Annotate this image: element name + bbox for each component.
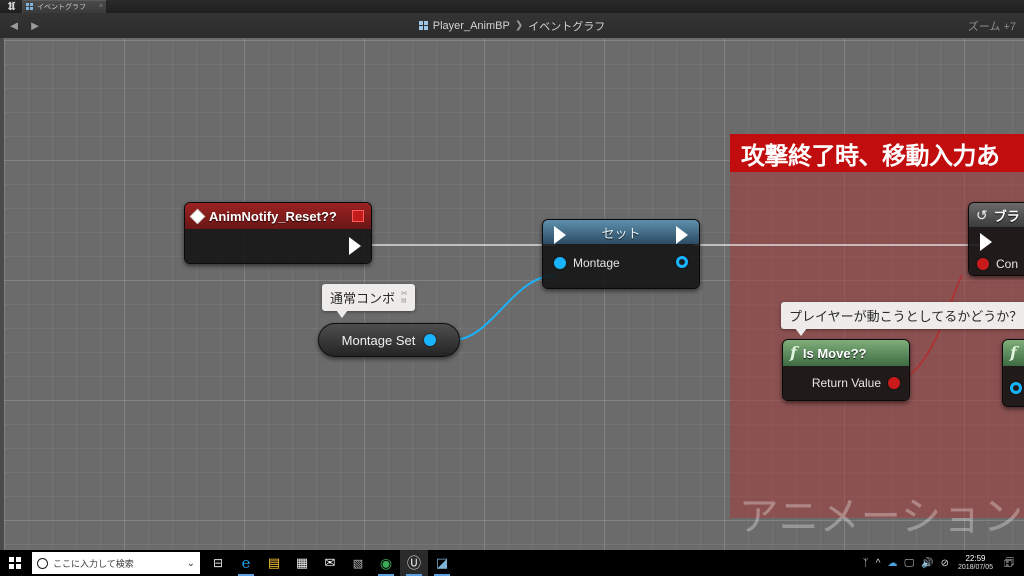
folder-icon: ▤ [267, 555, 281, 570]
unreal-editor-window: 𝖀 イベントグラフ × ◄ ► Player_AnimBP ❯ イベントグラフ … [0, 0, 1024, 576]
pin-label: Montage [573, 256, 620, 270]
windows-logo-icon [9, 557, 21, 569]
event-diamond-icon [189, 208, 206, 224]
clock[interactable]: 22:59 2018/07/05 [958, 554, 993, 572]
node-body: Return Value [783, 366, 909, 400]
task-view-icon: ⊟ [212, 556, 224, 570]
blueprint-grid-icon [26, 3, 34, 11]
branch-icon: ↺ [976, 207, 988, 223]
bubble-text: プレイヤーが動こうとしてるかどうか？ [789, 309, 1023, 324]
taskbar-item-unreal[interactable]: Ⓤ [400, 550, 428, 576]
bool-pin-dot[interactable] [888, 377, 900, 389]
edge-icon: e [241, 554, 251, 572]
clock-time: 22:59 [965, 554, 986, 563]
node-body [1003, 366, 1024, 406]
node-header: ↺ ブラ [969, 203, 1024, 227]
exec-out-pin[interactable] [349, 237, 361, 255]
mail-icon: ✉ [324, 555, 336, 570]
taskbar-apps: ⊟ e ▤ ▦ ✉ ▧ ◉ Ⓤ ◪ [204, 550, 456, 576]
node-set-montage[interactable]: セット Montage [542, 219, 700, 289]
pin-montage-out[interactable] [676, 256, 688, 268]
taskbar-item-chrome[interactable]: ◉ [372, 550, 400, 576]
bubble-montage-comment[interactable]: 通常コンボ ⋈ ▤ [322, 284, 416, 318]
data-in-pin[interactable] [1010, 382, 1022, 394]
tab-label: イベントグラフ [37, 4, 86, 11]
graph-toolbar: ◄ ► [0, 13, 1024, 39]
pin-return-value[interactable]: Return Value [812, 376, 900, 390]
exec-in-pin[interactable] [554, 226, 566, 244]
data-out-pin[interactable] [424, 334, 437, 346]
node-body: Montage [543, 226, 699, 288]
chrome-icon: ◉ [379, 554, 393, 571]
event-graph-canvas[interactable]: 攻撃終了時、移動入力あ アニメーション AnimNotify_Reset?? セ… [0, 38, 1024, 550]
windows-taskbar: ここに入力して検索 ⌄ ⊟ e ▤ ▦ ✉ ▧ ◉ Ⓤ ◪ ᛉ ^ ☁ 🖵 🔊 … [0, 550, 1024, 576]
pen-icon[interactable]: ᛉ [863, 558, 869, 569]
zoom-level: ズーム +7 [967, 20, 1016, 33]
tab-strip: 𝖀 イベントグラフ × [0, 0, 1024, 14]
exec-in-pin[interactable] [980, 233, 992, 251]
clock-date: 2018/07/05 [957, 564, 993, 571]
node-title: セット [601, 225, 641, 241]
microphone-icon[interactable]: ⌄ [187, 558, 195, 569]
data-pin-dot[interactable] [554, 257, 566, 269]
tab-event-graph[interactable]: イベントグラフ × [22, 0, 107, 13]
pin-montage-in[interactable]: Montage [554, 256, 620, 270]
forward-button[interactable]: ► [28, 19, 42, 33]
taskbar-item-store[interactable]: ▦ [288, 550, 316, 576]
function-f-icon: f [1010, 343, 1017, 362]
node-title: AnimNotify_Reset?? [209, 208, 337, 224]
node-is-move[interactable]: f Is Move?? Return Value [782, 339, 910, 401]
notification-center-button[interactable]: 🗊 [1000, 550, 1018, 576]
start-button[interactable] [0, 550, 30, 576]
bubble-ismove-comment[interactable]: プレイヤーが動こうとしてるかどうか？ [781, 302, 1024, 336]
node-montage-set-variable[interactable]: Montage Set [318, 323, 460, 357]
node-body: Con [969, 227, 1024, 275]
node-animnotify-reset[interactable]: AnimNotify_Reset?? [184, 202, 372, 264]
bubble-text: 通常コンボ [330, 291, 396, 306]
bubble-marks-icon: ⋈ ▤ [401, 291, 408, 304]
node-header: f [1003, 340, 1024, 366]
connection-wires [372, 244, 985, 382]
volume-icon[interactable]: 🔊 [921, 558, 933, 569]
function-f-icon: f [790, 343, 797, 362]
data-wire-montage [452, 274, 557, 341]
node-right-function[interactable]: f [1002, 339, 1024, 407]
back-button[interactable]: ◄ [7, 19, 21, 33]
red-square-icon[interactable] [352, 210, 364, 222]
taskbar-item-mail[interactable]: ✉ [316, 550, 344, 576]
node-body [185, 229, 371, 263]
taskbar-item-visual-studio[interactable]: ▧ [344, 550, 372, 576]
node-header: f Is Move?? [783, 340, 909, 366]
search-placeholder: ここに入力して検索 [53, 558, 134, 569]
store-icon: ▦ [295, 555, 309, 570]
node-branch[interactable]: ↺ ブラ Con [968, 202, 1024, 276]
security-icon[interactable]: ⊘ [941, 558, 949, 569]
onedrive-icon[interactable]: ☁ [887, 558, 897, 569]
close-icon[interactable]: × [99, 3, 103, 10]
pin-label: Return Value [811, 376, 881, 390]
node-header: AnimNotify_Reset?? [185, 203, 371, 229]
node-title: Is Move?? [802, 345, 867, 361]
taskbar-item-other[interactable]: ◪ [428, 550, 456, 576]
unreal-icon: Ⓤ [407, 555, 421, 571]
chevron-up-icon[interactable]: ^ [876, 558, 881, 569]
pin-label: Con [996, 257, 1019, 271]
exec-out-pin[interactable] [676, 226, 688, 244]
visual-studio-icon: ▧ [352, 557, 364, 570]
taskbar-item-file-explorer[interactable]: ▤ [260, 550, 288, 576]
system-tray: ᛉ ^ ☁ 🖵 🔊 ⊘ 22:59 2018/07/05 🗊 [863, 550, 1024, 576]
unreal-logo-icon: 𝖀 [7, 0, 15, 13]
pin-condition[interactable]: Con [977, 257, 1018, 271]
bool-pin-dot[interactable] [977, 258, 989, 270]
task-view-button[interactable]: ⊟ [204, 550, 232, 576]
network-icon[interactable]: 🖵 [904, 558, 914, 569]
app-icon: ◪ [435, 555, 449, 570]
taskbar-item-edge[interactable]: e [232, 550, 260, 576]
search-circle-icon [37, 557, 48, 569]
search-input[interactable]: ここに入力して検索 ⌄ [32, 552, 200, 574]
node-title: Montage Set [341, 332, 416, 348]
node-title: ブラ [993, 208, 1020, 224]
